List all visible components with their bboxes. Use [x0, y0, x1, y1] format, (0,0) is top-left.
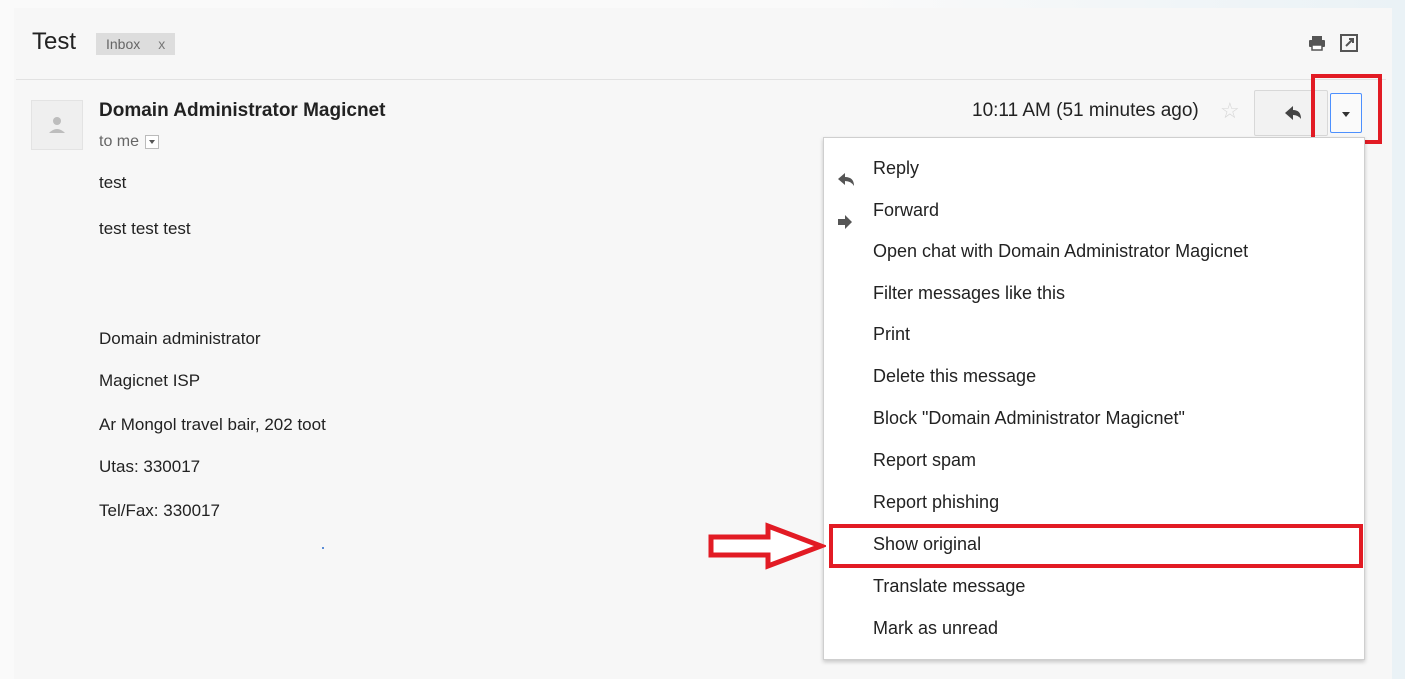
recipient-text: to me	[99, 133, 140, 150]
new-window-icon[interactable]	[1340, 34, 1358, 52]
menu-item-label: Report spam	[873, 450, 977, 470]
signature-line: Tel/Fax: 330017	[99, 501, 220, 520]
default-avatar-icon	[49, 117, 65, 133]
menu-item-label: Filter messages like this	[873, 283, 1066, 303]
menu-item-label: Delete this message	[873, 366, 1037, 386]
signature-line: Domain administrator	[99, 329, 261, 348]
annotation-highlight-show-original	[829, 524, 1363, 568]
menu-item-label: Open chat with Domain Administrator Magi…	[873, 241, 1249, 261]
inbox-label-chip[interactable]: Inbox x	[96, 33, 176, 55]
menu-item-print[interactable]: Print	[824, 314, 1364, 354]
menu-item-label: Print	[873, 324, 911, 344]
menu-item-open-chat[interactable]: Open chat with Domain Administrator Magi…	[824, 231, 1364, 271]
signature-line: Magicnet ISP	[99, 371, 201, 390]
menu-item-label: Block "Domain Administrator Magicnet"	[873, 408, 1185, 428]
star-icon[interactable]: ☆	[1220, 98, 1240, 124]
signature-line: Ar Mongol travel bair, 202 toot	[99, 415, 326, 434]
recipient-line: to me	[99, 133, 160, 151]
stray-pixel	[322, 547, 324, 549]
print-icon[interactable]	[1308, 34, 1326, 52]
body-line: test test test	[99, 219, 191, 238]
menu-item-forward[interactable]: Forward	[824, 190, 1364, 230]
menu-item-translate[interactable]: Translate message	[824, 566, 1364, 606]
message-actions-menu: Reply Forward Open chat with Domain Admi…	[823, 137, 1365, 660]
menu-item-block-sender[interactable]: Block "Domain Administrator Magicnet"	[824, 398, 1364, 438]
menu-item-filter-messages[interactable]: Filter messages like this	[824, 273, 1364, 313]
menu-item-report-phishing[interactable]: Report phishing	[824, 482, 1364, 522]
avatar	[31, 100, 83, 150]
thread-subject: Test	[32, 28, 77, 55]
menu-item-label: Mark as unread	[873, 618, 999, 638]
remove-label-button[interactable]: x	[158, 33, 165, 55]
reply-icon	[836, 161, 856, 186]
show-details-dropdown-icon[interactable]	[145, 135, 160, 149]
sender-name[interactable]: Domain Administrator Magicnet	[99, 100, 385, 122]
thread-actions	[1308, 34, 1358, 52]
signature-line: Utas: 330017	[99, 457, 201, 476]
menu-item-label: Report phishing	[873, 492, 1000, 512]
label-chip-text: Inbox	[106, 36, 141, 52]
menu-item-report-spam[interactable]: Report spam	[824, 440, 1364, 480]
annotation-highlight-more-button	[1311, 74, 1382, 144]
header-divider	[16, 79, 1386, 80]
menu-item-label: Reply	[873, 158, 920, 178]
body-line: test	[99, 173, 127, 192]
menu-item-label: Translate message	[873, 576, 1026, 596]
forward-icon	[836, 203, 856, 229]
message-timestamp: 10:11 AM (51 minutes ago)	[972, 100, 1199, 121]
menu-item-delete[interactable]: Delete this message	[824, 356, 1364, 396]
menu-item-label: Forward	[873, 200, 940, 220]
annotation-arrow-icon	[708, 522, 826, 570]
menu-item-mark-unread[interactable]: Mark as unread	[824, 608, 1364, 648]
menu-item-reply[interactable]: Reply	[824, 148, 1364, 188]
